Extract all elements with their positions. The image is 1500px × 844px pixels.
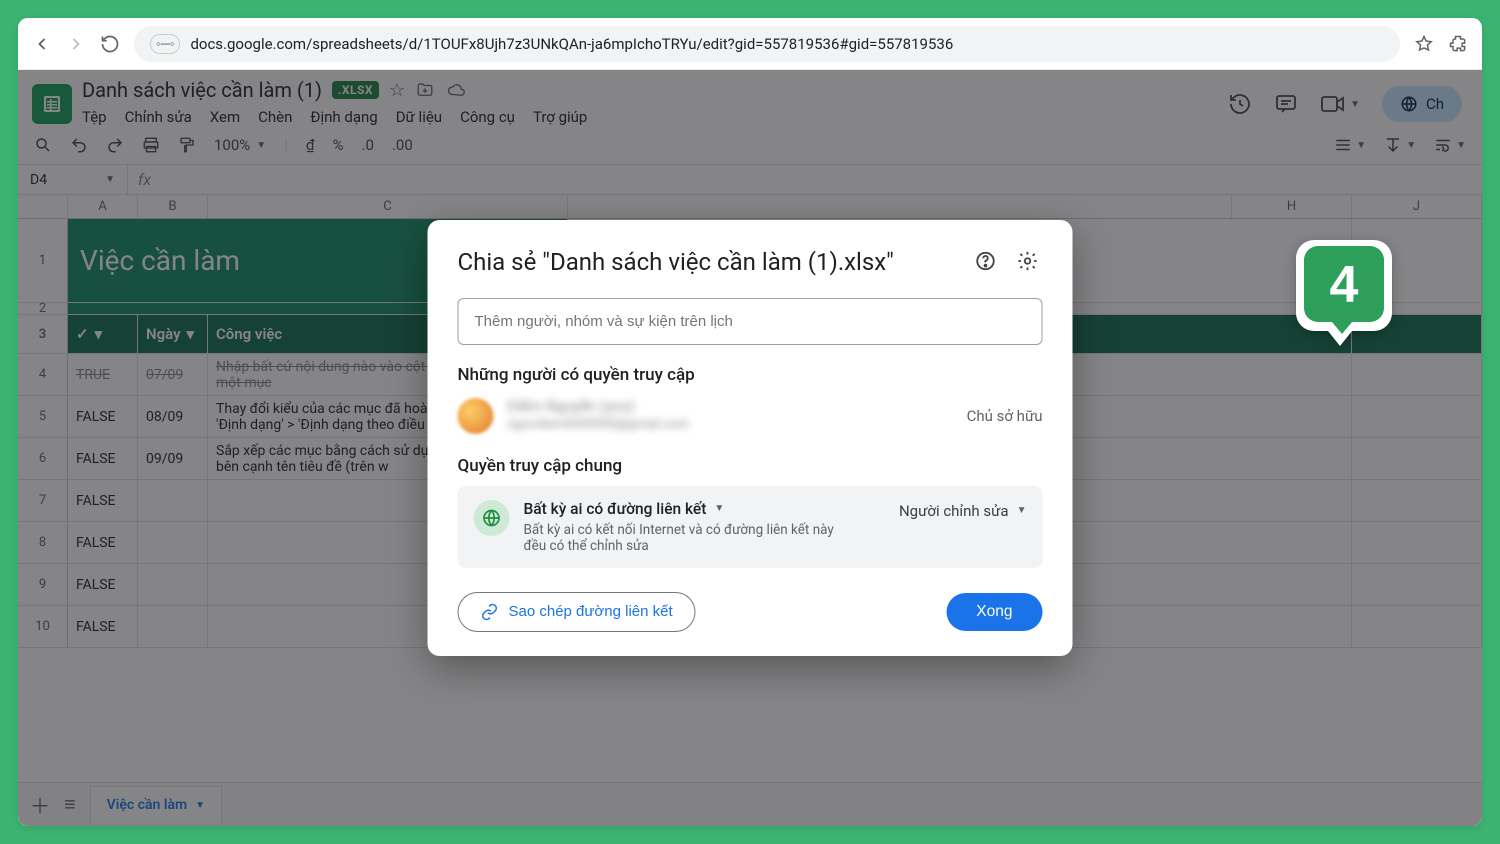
person-row: Diễm Nguyễn (you) ngocdiem0000000@gmail.… <box>458 397 1043 433</box>
avatar <box>458 398 494 434</box>
reload-icon[interactable] <box>100 34 120 54</box>
svg-text:4: 4 <box>1330 256 1359 314</box>
forward-icon[interactable] <box>66 34 86 54</box>
person-email: ngocdiem0000000@gmail.com <box>508 417 953 434</box>
access-scope-dropdown[interactable]: Bất kỳ ai có đường liên kết ▼ <box>524 500 885 518</box>
globe-icon <box>474 500 510 536</box>
add-people-input[interactable] <box>458 298 1043 345</box>
general-access-heading: Quyền truy cập chung <box>458 456 1043 476</box>
share-dialog: Chia sẻ "Danh sách việc cần làm (1).xlsx… <box>428 220 1073 656</box>
role-dropdown[interactable]: Người chỉnh sửa ▼ <box>899 500 1027 520</box>
settings-icon[interactable] <box>1013 246 1043 276</box>
people-section-heading: Những người có quyền truy cập <box>458 365 1043 385</box>
extensions-icon[interactable] <box>1448 34 1468 54</box>
url-text: docs.google.com/spreadsheets/d/1TOUFx8Uj… <box>190 35 953 53</box>
copy-link-button[interactable]: Sao chép đường liên kết <box>458 592 696 632</box>
step-badge: 4 <box>1294 230 1404 350</box>
person-name: Diễm Nguyễn (you) <box>508 397 953 417</box>
url-bar[interactable]: ◦─◦ docs.google.com/spreadsheets/d/1TOUF… <box>134 26 1400 62</box>
browser-toolbar: ◦─◦ docs.google.com/spreadsheets/d/1TOUF… <box>18 18 1482 70</box>
access-description: Bất kỳ ai có kết nối Internet và có đườn… <box>524 522 854 554</box>
help-icon[interactable] <box>971 246 1001 276</box>
done-button[interactable]: Xong <box>946 593 1042 631</box>
dialog-title: Chia sẻ "Danh sách việc cần làm (1).xlsx… <box>458 246 959 278</box>
star-icon[interactable] <box>1414 34 1434 54</box>
back-icon[interactable] <box>32 34 52 54</box>
general-access-box: Bất kỳ ai có đường liên kết ▼ Bất kỳ ai … <box>458 486 1043 568</box>
owner-label: Chủ sở hữu <box>967 407 1043 425</box>
site-info-icon[interactable]: ◦─◦ <box>150 34 180 54</box>
